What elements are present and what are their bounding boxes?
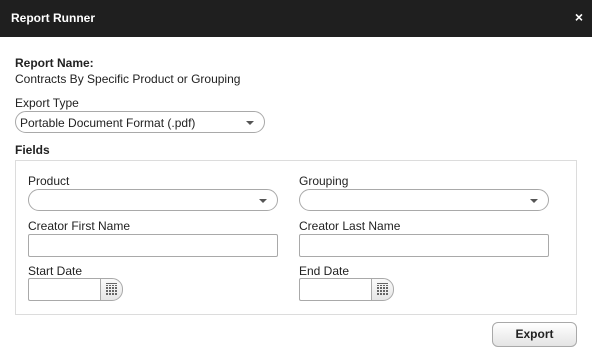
report-name-label: Report Name: [15, 56, 94, 70]
chevron-down-icon [259, 199, 267, 203]
grouping-select[interactable] [299, 189, 549, 211]
calendar-icon[interactable] [100, 278, 123, 301]
start-date-picker [28, 278, 123, 301]
creator-last-name-input[interactable] [299, 234, 549, 257]
report-name-value: Contracts By Specific Product or Groupin… [15, 72, 241, 86]
fields-label: Fields [15, 143, 50, 157]
end-date-input[interactable] [299, 278, 377, 301]
creator-last-name-label: Creator Last Name [299, 219, 401, 233]
grouping-label: Grouping [299, 174, 349, 188]
export-type-value: Portable Document Format (.pdf) [20, 116, 196, 130]
calendar-icon[interactable] [371, 278, 394, 301]
product-label: Product [28, 174, 70, 188]
creator-first-name-label: Creator First Name [28, 219, 131, 233]
end-date-label: End Date [299, 264, 350, 278]
dialog-title: Report Runner [11, 11, 95, 25]
chevron-down-icon [246, 121, 254, 125]
product-select[interactable] [28, 189, 278, 211]
chevron-down-icon [530, 199, 538, 203]
creator-first-name-input[interactable] [28, 234, 278, 257]
export-type-select[interactable]: Portable Document Format (.pdf) [15, 111, 265, 133]
start-date-label: Start Date [28, 264, 83, 278]
end-date-picker [299, 278, 394, 301]
start-date-input[interactable] [28, 278, 106, 301]
export-button[interactable]: Export [492, 322, 577, 347]
export-type-label: Export Type [15, 96, 79, 110]
close-icon[interactable]: × [575, 10, 583, 24]
dialog-titlebar: Report Runner × [0, 0, 592, 37]
